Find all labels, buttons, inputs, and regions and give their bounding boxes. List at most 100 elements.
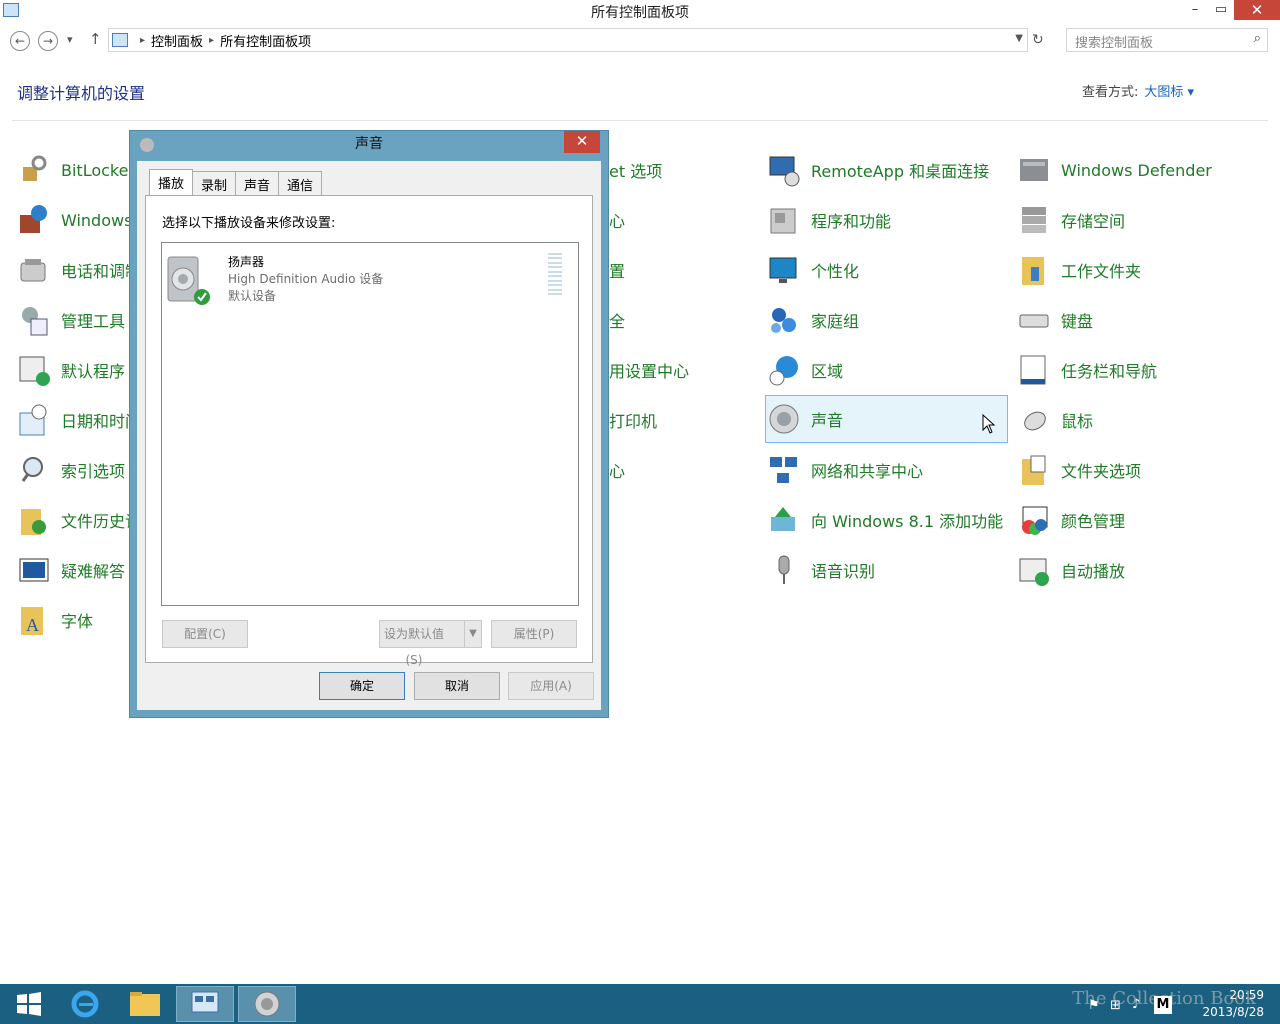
clock-time[interactable]: 20:59 — [1229, 988, 1264, 1002]
cp-item-programs-features[interactable]: 程序和功能 — [767, 196, 891, 244]
set-default-dropdown-icon[interactable]: ▼ — [464, 620, 482, 648]
dialog-title: 声音 — [355, 136, 383, 152]
cp-item-folder-options[interactable]: 文件夹选项 — [1017, 446, 1141, 494]
tab-sounds[interactable]: 声音 — [235, 171, 280, 195]
refresh-button[interactable]: ↻ — [1032, 32, 1044, 48]
cp-item-autoplay[interactable]: 自动播放 — [1017, 546, 1125, 594]
internet-explorer-icon — [71, 990, 99, 1018]
taskbar-internet-explorer[interactable] — [56, 986, 114, 1022]
breadcrumb-all-items[interactable]: 所有控制面板项 — [220, 31, 311, 50]
apply-button[interactable]: 应用(A) — [508, 672, 594, 700]
cp-item-work-folders[interactable]: 工作文件夹 — [1017, 246, 1141, 294]
address-dropdown-icon[interactable]: ▼ — [1015, 33, 1023, 44]
cp-item-label: 区域 — [811, 362, 844, 381]
ime-icon[interactable]: M — [1154, 996, 1172, 1014]
cp-item-col2-row3[interactable]: 置 — [609, 246, 625, 294]
cp-item-taskbar-navigation[interactable]: 任务栏和导航 — [1017, 346, 1157, 394]
close-button[interactable]: ✕ — [1234, 0, 1280, 20]
cp-item-date-time[interactable]: 日期和时间 — [17, 396, 141, 444]
ok-button[interactable]: 确定 — [319, 672, 405, 700]
taskbar-control-panel[interactable] — [176, 986, 234, 1022]
network-tray-icon[interactable]: ⊞ — [1110, 998, 1121, 1013]
cp-item-sound[interactable]: 声音 — [765, 395, 1008, 443]
cp-item-color-management[interactable]: 颜色管理 — [1017, 496, 1125, 544]
breadcrumb-control-panel[interactable]: 控制面板 — [151, 31, 203, 50]
control-panel-icon — [191, 991, 219, 1013]
cp-item-label: 置 — [609, 262, 626, 281]
recent-locations-button[interactable]: ▾ — [67, 33, 73, 46]
breadcrumb-separator-icon: ▸ — [140, 34, 146, 46]
tab-communications[interactable]: 通信 — [278, 171, 323, 195]
cp-item-remoteapp[interactable]: RemoteApp 和桌面连接 — [767, 146, 989, 194]
cp-item-bitlocker[interactable]: BitLocker — [17, 146, 135, 194]
firewall-icon — [20, 205, 47, 233]
maximize-button[interactable]: ▭ — [1208, 0, 1234, 20]
taskbar-sound[interactable] — [238, 986, 296, 1022]
cp-item-mouse[interactable]: 鼠标 — [1017, 396, 1093, 444]
divider — [12, 120, 1268, 121]
cp-item-speech-recognition[interactable]: 语音识别 — [767, 546, 875, 594]
cp-item-col2-row4[interactable]: 全 — [609, 296, 625, 344]
device-list[interactable]: 扬声器 High Definition Audio 设备 默认设备 — [161, 242, 579, 606]
cp-item-file-history[interactable]: 文件历史记 — [17, 496, 141, 544]
cp-item-windows-defender[interactable]: Windows Defender — [1017, 146, 1212, 194]
dialog-close-button[interactable]: ✕ — [564, 131, 600, 153]
back-button[interactable]: ← — [10, 31, 30, 51]
cp-item-label: 打印机 — [609, 412, 658, 431]
cancel-button[interactable]: 取消 — [414, 672, 500, 700]
cp-item-ease-of-access[interactable]: 用设置中心 — [609, 346, 689, 394]
network-icon — [770, 457, 797, 483]
cp-item-devices-printers[interactable]: 打印机 — [609, 396, 657, 444]
tab-recording[interactable]: 录制 — [192, 171, 237, 195]
cp-item-default-programs[interactable]: 默认程序 — [17, 346, 125, 394]
cp-item-personalization[interactable]: 个性化 — [767, 246, 859, 294]
cp-item-internet-options[interactable]: et 选项 — [609, 146, 662, 194]
programs-icon — [770, 208, 796, 234]
search-input[interactable]: 搜索控制面板 ⌕ — [1066, 28, 1268, 52]
cp-item-add-features[interactable]: 向 Windows 8.1 添加功能 — [767, 496, 1003, 544]
cp-item-label: 文件夹选项 — [1061, 462, 1142, 481]
up-button[interactable]: ↑ — [89, 30, 102, 48]
clock-date[interactable]: 2013/8/28 — [1202, 1005, 1264, 1019]
view-mode-dropdown[interactable]: 大图标 ▾ — [1144, 85, 1194, 100]
list-item[interactable]: 扬声器 High Definition Audio 设备 默认设备 — [166, 251, 572, 307]
cp-item-label: 存储空间 — [1061, 212, 1126, 231]
magnifier-icon — [21, 457, 43, 482]
cp-item-troubleshooting[interactable]: 疑难解答 — [17, 546, 125, 594]
cp-item-label: 鼠标 — [1061, 412, 1094, 431]
taskbar-file-explorer[interactable] — [116, 986, 174, 1022]
cp-item-windows-firewall[interactable]: Windows — [17, 196, 132, 244]
volume-meter — [548, 253, 562, 295]
flag-icon[interactable]: ⚑ — [1088, 998, 1100, 1013]
globe-clock-icon — [769, 356, 798, 386]
tab-playback[interactable]: 播放 — [149, 169, 194, 195]
cp-item-label: RemoteApp 和桌面连接 — [811, 162, 990, 181]
cp-item-indexing[interactable]: 索引选项 — [17, 446, 125, 494]
view-mode-label: 查看方式: — [1081, 85, 1139, 100]
start-button[interactable] — [0, 986, 58, 1022]
cp-item-col2-row2[interactable]: 心 — [609, 196, 625, 244]
set-default-button[interactable]: 设为默认值(S) — [379, 620, 465, 667]
cp-item-phone-modem[interactable]: 电话和调制 — [17, 246, 141, 294]
cp-item-label: 管理工具 — [61, 312, 126, 331]
minimize-button[interactable]: – — [1182, 0, 1208, 20]
forward-button[interactable]: → — [38, 31, 58, 51]
tab-strip: 播放 录制 声音 通信 — [149, 169, 323, 195]
configure-button[interactable]: 配置(C) — [162, 620, 248, 648]
cp-item-network-sharing[interactable]: 网络和共享中心 — [767, 446, 923, 494]
properties-button[interactable]: 属性(P) — [491, 620, 577, 648]
cp-item-fonts[interactable]: A 字体 — [17, 596, 93, 644]
address-bar[interactable]: ▸ 控制面板 ▸ 所有控制面板项 ▼ — [108, 28, 1028, 52]
cp-item-col2-row7[interactable]: 心 — [609, 446, 625, 494]
cp-item-admin-tools[interactable]: 管理工具 — [17, 296, 125, 344]
cp-item-label: 颜色管理 — [1061, 512, 1126, 531]
font-folder-icon: A — [21, 607, 43, 635]
cp-item-region[interactable]: 区域 — [767, 346, 843, 394]
volume-icon[interactable]: ♪ — [1132, 997, 1140, 1012]
cp-item-keyboard[interactable]: 键盘 — [1017, 296, 1093, 344]
mouse-cursor-icon — [982, 414, 996, 434]
playback-panel: 选择以下播放设备来修改设置: 扬声器 High Definition Audio… — [145, 195, 593, 667]
cp-item-storage-spaces[interactable]: 存储空间 — [1017, 196, 1125, 244]
cp-item-homegroup[interactable]: 家庭组 — [767, 296, 859, 344]
search-icon[interactable]: ⌕ — [1254, 31, 1261, 46]
